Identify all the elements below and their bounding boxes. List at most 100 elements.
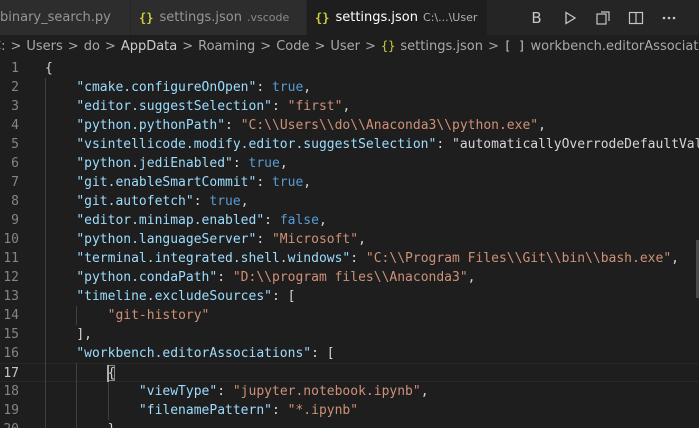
- line-number: 6: [11, 156, 19, 171]
- code-text[interactable]: "timeline.excludeSources": [: [45, 287, 295, 306]
- code-text[interactable]: "git.autofetch": true,: [45, 192, 248, 211]
- line-number: 16: [3, 346, 19, 361]
- code-text[interactable]: "git.enableSmartCommit": true,: [45, 173, 311, 192]
- line-number: 5: [11, 137, 19, 152]
- code-text[interactable]: "editor.suggestSelection": "first",: [45, 97, 350, 116]
- line-number: 11: [3, 251, 19, 266]
- code-editor[interactable]: 1{2 "cmake.configureOnOpen": true, 3 "edi…: [0, 57, 699, 428]
- breadcrumb-item-user[interactable]: User: [330, 39, 360, 54]
- breadcrumb-separator: >: [365, 38, 376, 54]
- bold-icon[interactable]: B: [520, 0, 553, 35]
- line-number: 13: [3, 289, 19, 304]
- line-number: 3: [11, 99, 19, 114]
- array-symbol-icon: [ ]: [503, 39, 526, 53]
- breadcrumb-drive[interactable]: C:: [0, 39, 5, 54]
- line-number: 4: [11, 118, 19, 133]
- breadcrumb-separator: >: [182, 38, 194, 54]
- code-line[interactable]: 10 "python.languageServer": "Microsoft",: [0, 230, 699, 249]
- breadcrumb-file[interactable]: settings.json: [400, 39, 483, 54]
- line-number: 2: [11, 80, 19, 95]
- editor-tab-bar: binary_search.py {} settings.json .vscod…: [0, 0, 699, 35]
- run-icon[interactable]: [553, 0, 586, 35]
- code-line[interactable]: 12 "python.condaPath": "D:\\program file…: [0, 268, 699, 287]
- line-number: 20: [0, 420, 19, 428]
- code-line[interactable]: 8 "git.autofetch": true,: [0, 192, 699, 211]
- code-text[interactable]: "python.jediEnabled": true,: [45, 154, 287, 173]
- tab-label: settings.json: [159, 10, 243, 25]
- breadcrumb: C: > Users > do > AppData > Roaming > Co…: [0, 35, 699, 57]
- code-line[interactable]: 18 "viewType": "jupyter.notebook.ipynb",: [0, 382, 699, 401]
- line-number: 17: [3, 366, 19, 381]
- line-number: 7: [11, 175, 19, 190]
- code-text[interactable]: ],: [45, 325, 92, 344]
- code-line[interactable]: 4 "python.pythonPath": "C:\\Users\\do\\A…: [0, 116, 699, 135]
- code-line[interactable]: 5 "vsintellicode.modify.editor.suggestSe…: [0, 135, 699, 154]
- code-text[interactable]: "vsintellicode.modify.editor.suggestSele…: [45, 135, 699, 154]
- code-text[interactable]: {: [45, 364, 116, 383]
- code-text[interactable]: "filenamePattern": "*.ipynb": [45, 401, 358, 420]
- code-line[interactable]: 1{: [0, 59, 699, 78]
- code-text[interactable]: "viewType": "jupyter.notebook.ipynb",: [45, 382, 429, 401]
- bold-label: B: [531, 8, 542, 27]
- code-line[interactable]: 16 "workbench.editorAssociations": [: [0, 344, 699, 363]
- breadcrumb-item-code[interactable]: Code: [276, 39, 309, 54]
- code-line[interactable]: 15 ],: [0, 325, 699, 344]
- breadcrumb-separator: >: [67, 38, 79, 54]
- code-line[interactable]: 7 "git.enableSmartCommit": true,: [0, 173, 699, 192]
- tab-description: C:\...\User: [423, 11, 478, 24]
- breadcrumb-symbol-array[interactable]: workbench.editorAssociations: [531, 39, 699, 54]
- indent-guide: [76, 363, 78, 428]
- code-text[interactable]: {: [45, 59, 53, 78]
- json-file-icon: {}: [139, 10, 154, 25]
- line-number: 14: [3, 308, 19, 323]
- code-text[interactable]: }: [45, 420, 116, 428]
- tab-label: binary_search.py: [0, 10, 111, 25]
- breadcrumb-item-appdata[interactable]: AppData: [121, 39, 177, 54]
- breadcrumb-separator: >: [487, 38, 499, 54]
- code-text[interactable]: "python.pythonPath": "C:\\Users\\do\\Ana…: [45, 116, 546, 135]
- line-number: 18: [3, 384, 19, 399]
- line-number: 1: [11, 61, 19, 76]
- json-file-icon: {}: [380, 39, 396, 53]
- breadcrumb-separator: >: [10, 38, 22, 54]
- line-number: 9: [11, 213, 19, 228]
- code-text[interactable]: "terminal.integrated.shell.windows": "C:…: [45, 249, 679, 268]
- text-cursor: [106, 365, 109, 382]
- code-line[interactable]: 20 }: [0, 420, 699, 428]
- tab-description: .vscode: [247, 11, 290, 24]
- breadcrumb-item-do[interactable]: do: [84, 39, 100, 54]
- breadcrumb-item-roaming[interactable]: Roaming: [198, 39, 255, 54]
- indent-guide: [45, 78, 46, 428]
- breadcrumb-item-users[interactable]: Users: [26, 39, 62, 54]
- breadcrumb-separator: >: [260, 38, 272, 54]
- code-text[interactable]: "git-history": [45, 306, 210, 325]
- code-line[interactable]: 14 "git-history": [0, 306, 699, 325]
- json-file-icon: {}: [315, 10, 330, 25]
- code-text[interactable]: "editor.minimap.enabled": false,: [45, 211, 326, 230]
- line-number: 15: [3, 327, 19, 342]
- more-actions-icon[interactable]: [652, 0, 685, 35]
- code-text[interactable]: "python.condaPath": "D:\\program files\\…: [45, 268, 475, 287]
- code-line[interactable]: 17 {: [0, 363, 699, 382]
- code-line[interactable]: 11 "terminal.integrated.shell.windows": …: [0, 249, 699, 268]
- tab-settings-user[interactable]: {} settings.json C:\...\User ✕: [307, 0, 488, 35]
- code-line[interactable]: 2 "cmake.configureOnOpen": true,: [0, 78, 699, 97]
- open-changes-icon[interactable]: [586, 0, 619, 35]
- split-editor-icon[interactable]: [619, 0, 652, 35]
- breadcrumb-separator: >: [104, 38, 116, 54]
- code-line[interactable]: 9 "editor.minimap.enabled": false,: [0, 211, 699, 230]
- code-text[interactable]: "cmake.configureOnOpen": true,: [45, 78, 311, 97]
- tab-settings-vscode[interactable]: {} settings.json .vscode: [131, 0, 307, 35]
- code-line[interactable]: 19 "filenamePattern": "*.ipynb": [0, 401, 699, 420]
- code-text[interactable]: "workbench.editorAssociations": [: [45, 344, 334, 363]
- breadcrumb-separator: >: [314, 38, 326, 54]
- tab-binary-search[interactable]: binary_search.py: [0, 0, 131, 35]
- code-line[interactable]: 13 "timeline.excludeSources": [: [0, 287, 699, 306]
- editor-actions: B: [488, 0, 699, 35]
- indent-guide: [107, 382, 109, 420]
- code-line[interactable]: 6 "python.jediEnabled": true,: [0, 154, 699, 173]
- line-number: 19: [3, 403, 19, 418]
- code-line[interactable]: 3 "editor.suggestSelection": "first",: [0, 97, 699, 116]
- code-text[interactable]: "python.languageServer": "Microsoft",: [45, 230, 366, 249]
- line-number: 10: [3, 232, 19, 247]
